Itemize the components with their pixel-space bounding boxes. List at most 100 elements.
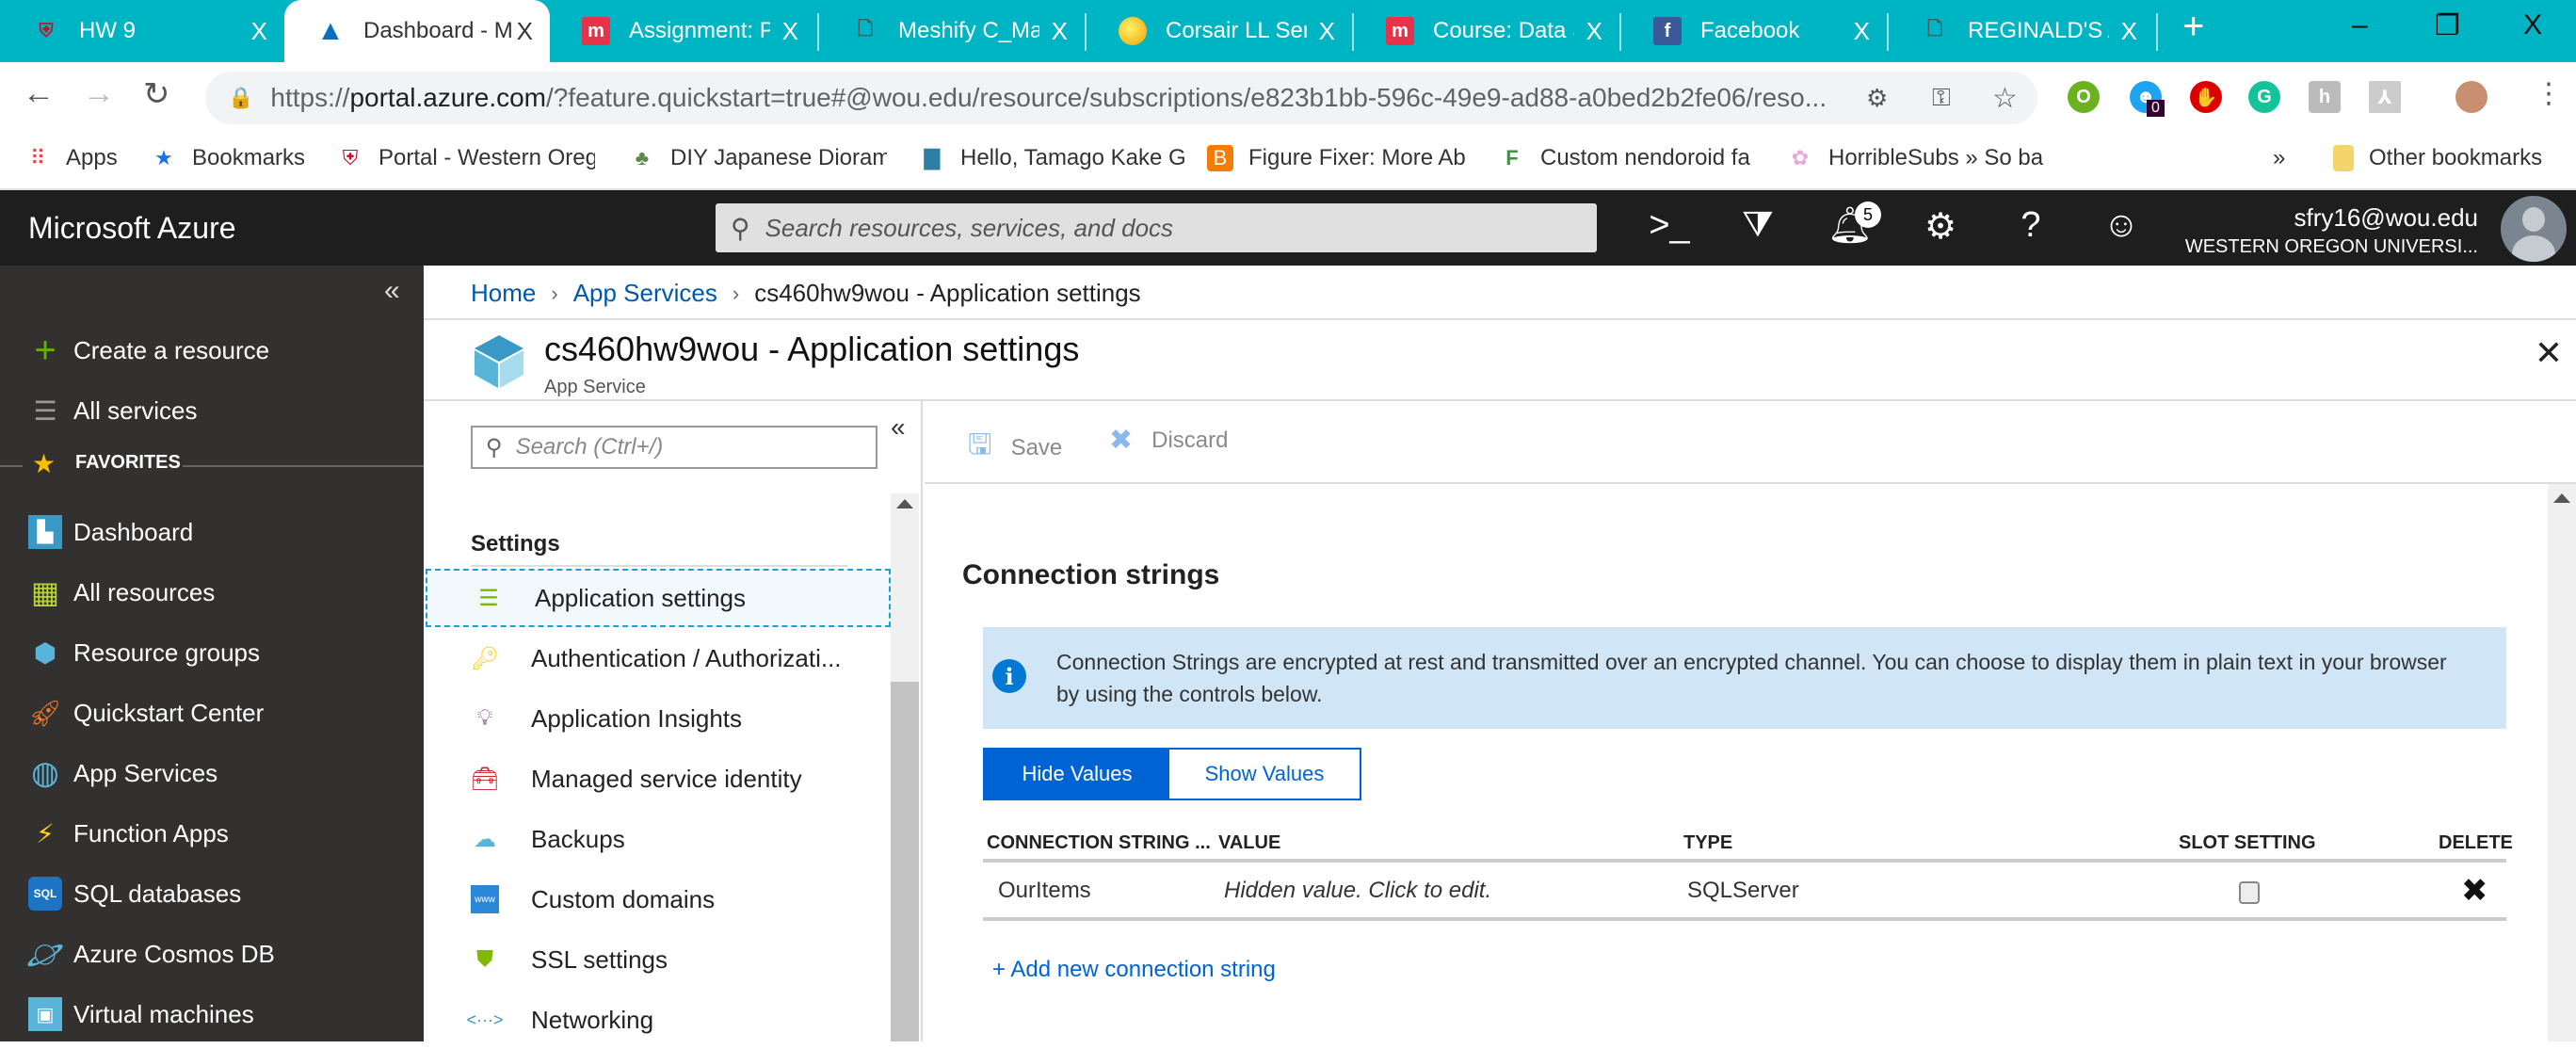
restore-button[interactable]: ❐ [2435,9,2460,42]
scroll-up-icon[interactable] [2553,493,2570,503]
bookmark-item[interactable]: ★ Bookmarks [151,145,305,171]
extension-o-icon[interactable]: O [2068,81,2100,113]
menu-item-application-settings[interactable]: ☰ Application settings [426,569,891,627]
adblock-icon[interactable]: ✋ [2190,81,2222,113]
cookie-blocked-icon[interactable]: ⚙ [1866,84,1888,113]
vm-icon: ▣ [28,997,62,1031]
close-tab-icon[interactable]: X [1319,17,1335,46]
browser-tab[interactable]: 🗋 Meshify C_Man X [819,0,1085,62]
close-window-button[interactable]: X [2523,9,2542,41]
menu-item-authentication[interactable]: 🔑︎ Authentication / Authorizati... [424,629,891,687]
azure-brand[interactable]: Microsoft Azure [28,211,236,246]
resource-menu-search-input[interactable] [515,434,855,460]
close-tab-icon[interactable]: X [251,17,267,46]
content-scrollbar[interactable] [2548,484,2576,1041]
sidebar-item-resource-groups[interactable]: ⬢ Resource groups [28,629,260,676]
sidebar-item-cosmos-db[interactable]: 🪐︎ Azure Cosmos DB [25,930,275,977]
close-tab-icon[interactable]: X [2121,17,2137,46]
menu-item-app-insights[interactable]: 💡︎ Application Insights [424,689,891,748]
pdf-extension-icon[interactable]: ⅄ [2369,81,2401,113]
collapse-sidebar-icon[interactable]: « [384,275,400,307]
delete-icon[interactable]: ✖ [2461,872,2488,910]
bookmark-item[interactable]: F Custom nendoroid fa [1499,145,1757,171]
minimize-button[interactable]: – [2352,9,2368,41]
connection-type[interactable]: SQLServer [1687,878,1799,904]
avatar[interactable] [2501,196,2567,262]
global-search-input[interactable] [765,213,1519,243]
cosmos-icon: 🪐︎ [25,937,65,971]
scroll-up-icon[interactable] [896,499,913,508]
browser-tab[interactable]: f Facebook X [1621,0,1887,62]
close-tab-icon[interactable]: X [1052,17,1068,46]
discard-button[interactable]: ✖ Discard [1109,424,1229,457]
close-tab-icon[interactable]: X [782,17,798,46]
new-tab-button[interactable]: + [2182,6,2204,48]
extension-h-icon[interactable]: h [2309,81,2341,113]
bookmark-item[interactable]: ♣ DIY Japanese Dioram [629,145,887,171]
save-button[interactable]: 🖫 Save [968,424,1062,472]
address-bar[interactable]: 🔒 https://portal.azure.com/?feature.quic… [205,72,2037,124]
key-icon[interactable]: ⚿ [1932,83,1951,113]
grammarly-icon[interactable]: G [2248,81,2280,113]
browser-tab-active[interactable]: ▲ Dashboard - Microsoft Azure X [284,0,550,62]
close-tab-icon[interactable]: X [517,17,533,46]
browser-tab[interactable]: 🗋 REGINALD'S AI X [1889,0,2154,62]
sidebar-item-all-resources[interactable]: ▦ All resources [28,569,215,616]
bookmark-item[interactable]: ⛨ Portal - Western Oreg [337,145,595,171]
bookmark-item[interactable]: ✿ HorribleSubs » So ba [1787,145,2111,171]
sidebar-item-sql-databases[interactable]: SQL SQL databases [28,870,241,917]
scrollbar-thumb[interactable] [891,682,919,1041]
slot-setting-checkbox[interactable] [2239,881,2260,904]
directory-filter-icon[interactable]: ⧩ [1734,205,1781,246]
show-values-button[interactable]: Show Values [1169,750,1360,799]
menu-scrollbar[interactable] [891,493,919,1041]
bookmark-apps[interactable]: ⠿ Apps [24,145,118,171]
bookmark-item[interactable]: ▇ Hello, Tamago Kake G [919,145,1205,171]
forward-arrow-icon[interactable]: → [83,75,115,112]
browser-tab[interactable]: ⛨ HW 9 X [0,0,284,62]
browser-tab[interactable]: Corsair LL Series X [1087,0,1352,62]
breadcrumb-home[interactable]: Home [471,279,536,308]
other-bookmarks[interactable]: Other bookmarks [2333,145,2542,171]
account-menu[interactable]: sfry16@wou.edu WESTERN OREGON UNIVERSI..… [2185,203,2478,258]
sidebar-item-function-apps[interactable]: ⚡ Function Apps [28,810,229,857]
sidebar-item-all-services[interactable]: ☰ All services [28,387,197,434]
cloud-shell-icon[interactable]: >_ [1646,205,1693,246]
profile-avatar[interactable] [2455,81,2487,113]
resource-menu-search[interactable]: ⚲ [471,426,877,469]
menu-item-custom-domains[interactable]: www Custom domains [424,870,891,928]
bookmarks-overflow-button[interactable]: » [2273,145,2285,171]
close-blade-icon[interactable]: ✕ [2535,333,2563,373]
settings-gear-icon[interactable]: ⚙ [1917,205,1964,248]
sidebar-item-create-resource[interactable]: + Create a resource [28,327,269,374]
reload-icon[interactable]: ↻ [143,75,170,113]
hide-values-button[interactable]: Hide Values [985,750,1169,799]
help-icon[interactable]: ? [2007,205,2054,246]
sidebar-item-dashboard[interactable]: ▙ Dashboard [28,508,193,556]
networking-icon: <···> [466,1009,504,1029]
table-row[interactable]: OurItems Hidden value. Click to edit. SQ… [983,863,2506,921]
sidebar-item-virtual-machines[interactable]: ▣ Virtual machines [28,991,254,1038]
browser-tab[interactable]: m Course: Data S X [1354,0,1619,62]
menu-item-networking[interactable]: <···> Networking [424,991,891,1049]
connection-value[interactable]: Hidden value. Click to edit. [1224,878,1491,904]
close-tab-icon[interactable]: X [1586,17,1602,46]
url-text[interactable]: https://portal.azure.com/?feature.quicks… [270,83,1871,113]
bookmark-item[interactable]: B Figure Fixer: More Ab [1207,145,1493,171]
menu-item-managed-identity[interactable]: 🧰︎ Managed service identity [424,750,891,808]
sidebar-item-app-services[interactable]: ◍ App Services [28,750,217,797]
sidebar-item-quickstart[interactable]: 🚀︎ Quickstart Center [28,689,264,736]
bookmark-star-icon[interactable]: ☆ [1992,82,2018,115]
chrome-menu-icon[interactable]: ⋮ [2535,77,2563,110]
breadcrumb-app-services[interactable]: App Services [573,279,717,308]
feedback-smiley-icon[interactable]: ☺ [2098,205,2145,246]
add-connection-string-link[interactable]: + Add new connection string [992,957,1276,983]
close-tab-icon[interactable]: X [1854,17,1870,46]
global-search[interactable]: ⚲ [716,203,1597,252]
browser-tab[interactable]: m Assignment: Po X [550,0,815,62]
menu-item-backups[interactable]: ☁ Backups [424,810,891,868]
back-arrow-icon[interactable]: ← [23,75,55,112]
collapse-menu-icon[interactable]: « [891,412,906,443]
menu-item-ssl-settings[interactable]: ⛊ SSL settings [424,930,891,989]
connection-name[interactable]: OurItems [998,878,1091,904]
